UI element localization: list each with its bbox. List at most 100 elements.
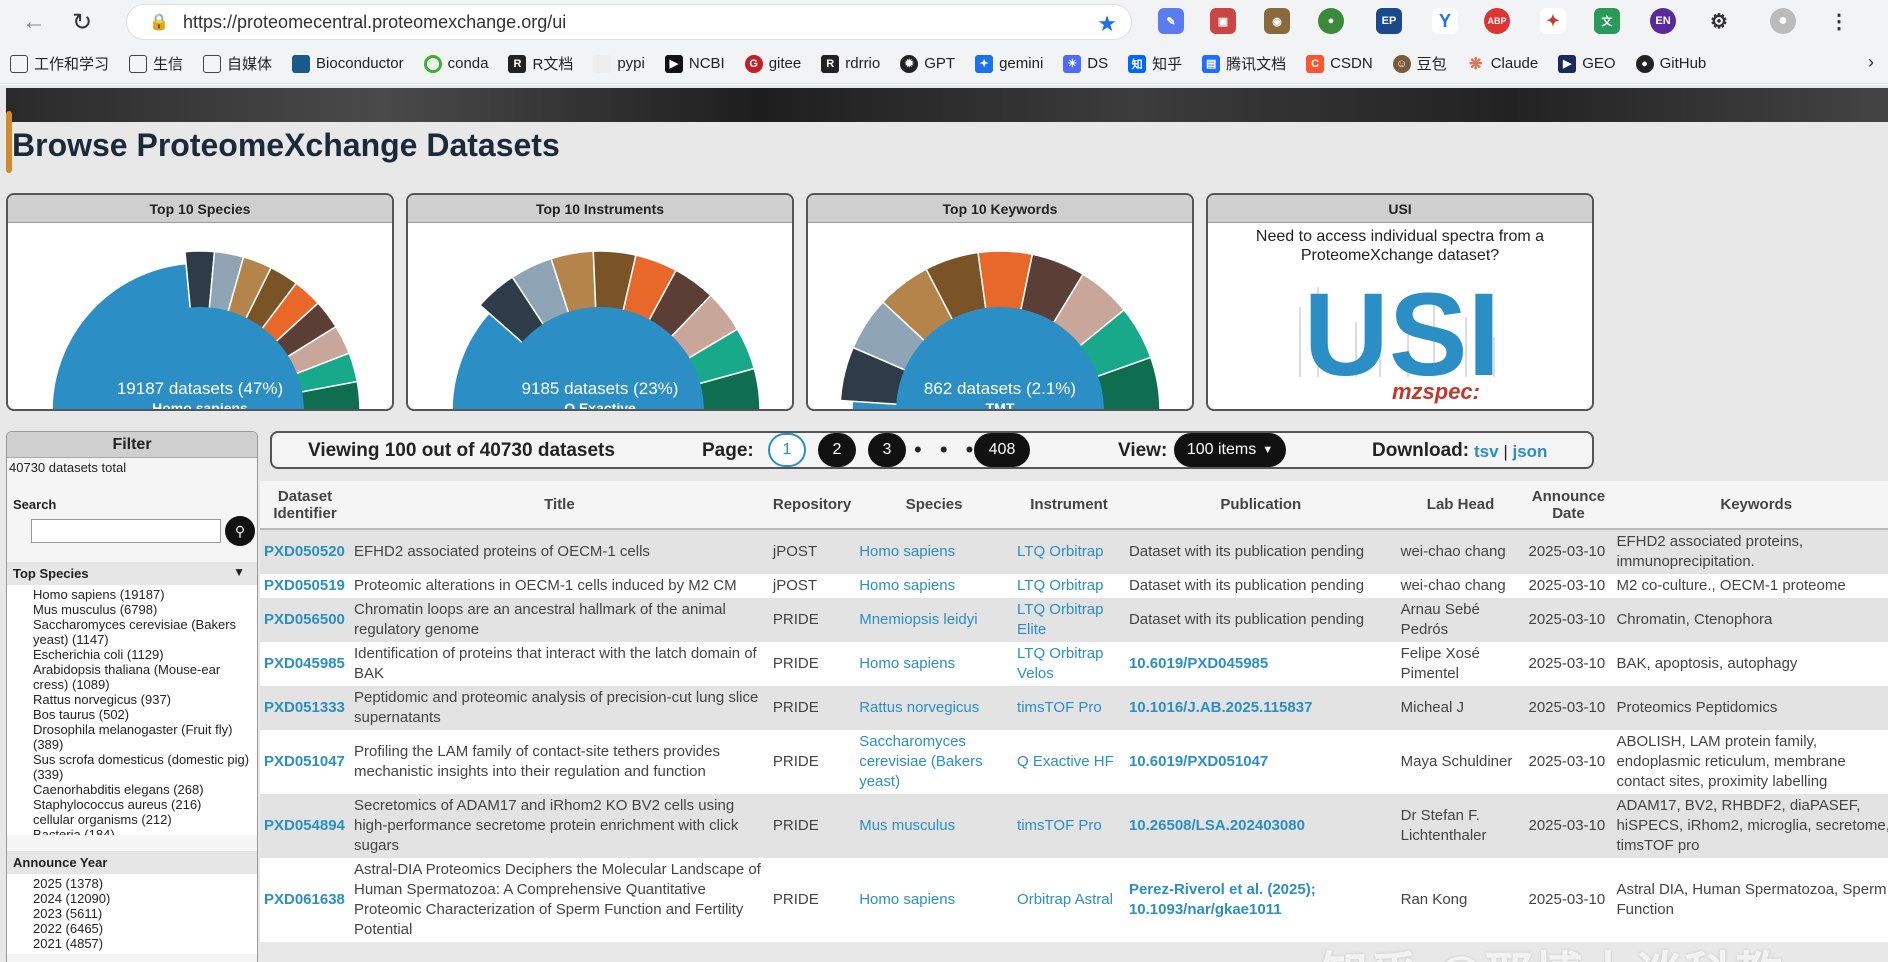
publication-link[interactable]: 10.6019/PXD045985 xyxy=(1124,642,1397,686)
year-filter-item[interactable]: 2024 (12090) xyxy=(33,891,257,906)
extension-globe-icon[interactable]: ● xyxy=(1318,8,1344,34)
column-header[interactable]: Title xyxy=(349,481,769,530)
bookmark-item[interactable]: conda xyxy=(423,54,488,73)
species-filter-item[interactable]: Escherichia coli (1129) xyxy=(33,647,257,662)
publication-link[interactable]: 10.6019/PXD051047 xyxy=(1124,730,1397,794)
chevron-down-icon[interactable]: ▼ xyxy=(233,565,245,579)
dataset-id-link[interactable]: PXD050519 xyxy=(260,574,350,598)
species-filter-item[interactable]: Bos taurus (502) xyxy=(33,707,257,722)
page-button-last[interactable]: 408 xyxy=(974,433,1030,467)
species-link[interactable]: Saccharomyces cerevisiae (Bakers yeast) xyxy=(855,730,1014,794)
species-filter-item[interactable]: Rattus norvegicus (937) xyxy=(33,692,257,707)
reload-icon[interactable]: ↻ xyxy=(62,2,102,42)
dataset-id-link[interactable]: PXD054894 xyxy=(260,794,350,858)
instrument-link[interactable]: LTQ Orbitrap xyxy=(1013,574,1125,598)
publication-link[interactable]: 10.26508/LSA.202403080 xyxy=(1124,794,1397,858)
bookmark-item[interactable]: 工作和学习 xyxy=(10,53,109,74)
species-filter-item[interactable]: Bacteria (184) xyxy=(33,827,257,835)
extension-y-icon[interactable]: Y xyxy=(1432,8,1458,34)
bookmark-item[interactable]: Bioconductor xyxy=(292,54,404,73)
extensions-puzzle-icon[interactable]: ⚙ xyxy=(1706,8,1732,34)
address-bar[interactable]: 🔒 https://proteomecentral.proteomexchang… xyxy=(126,4,1132,40)
page-button[interactable]: 2 xyxy=(818,433,856,467)
species-filter-item[interactable]: Sus scrofa domesticus (domestic pig) (33… xyxy=(33,752,257,782)
extension-translate-icon[interactable]: 文 xyxy=(1594,8,1620,34)
column-header[interactable]: Dataset Identifier xyxy=(260,481,350,530)
bookmark-item[interactable]: ✹ GPT xyxy=(900,54,955,73)
species-link[interactable]: Rattus norvegicus xyxy=(855,686,1014,730)
bookmark-item[interactable]: Ggitee xyxy=(744,54,801,73)
search-icon[interactable]: ⚲ xyxy=(225,516,255,546)
species-filter-item[interactable]: Drosophila melanogaster (Fruit fly) (389… xyxy=(33,722,257,752)
instrument-link[interactable]: LTQ Orbitrap xyxy=(1013,529,1125,574)
chevron-right-icon[interactable]: › xyxy=(1868,52,1874,73)
publication-link[interactable]: 10.1016/J.AB.2025.115837 xyxy=(1124,686,1397,730)
bookmark-item[interactable]: ☺ 豆包 xyxy=(1392,53,1447,74)
announce-year-header[interactable]: Announce Year xyxy=(7,851,257,874)
bookmark-item[interactable]: ▶ NCBI xyxy=(664,54,725,73)
bookmark-item[interactable]: ☀ DS xyxy=(1063,54,1108,73)
year-filter-item[interactable]: 2025 (1378) xyxy=(33,876,257,891)
column-header[interactable]: Publication xyxy=(1124,481,1397,530)
dataset-id-link[interactable]: PXD056500 xyxy=(260,598,350,642)
bookmark-item[interactable]: ▤ 腾讯文档 xyxy=(1202,53,1286,74)
dataset-id-link[interactable]: PXD045985 xyxy=(260,642,350,686)
year-filter-item[interactable]: 2022 (6465) xyxy=(33,921,257,936)
extension-edit-icon[interactable]: ✎ xyxy=(1158,8,1184,34)
bookmark-item[interactable]: ❋ Claude xyxy=(1467,55,1538,73)
items-per-page-select[interactable]: 100 items ▼ xyxy=(1174,433,1286,467)
column-header[interactable]: Instrument xyxy=(1013,481,1125,530)
instrument-link[interactable]: LTQ Orbitrap Velos xyxy=(1013,642,1125,686)
back-icon[interactable]: ← xyxy=(14,2,54,42)
bookmark-item[interactable]: C CSDN xyxy=(1306,54,1373,73)
species-link[interactable]: Mnemiopsis leidyi xyxy=(855,598,1014,642)
bookmark-item[interactable]: Rrdrrio xyxy=(821,54,880,73)
download-tsv-link[interactable]: tsv xyxy=(1474,442,1499,461)
column-header[interactable]: Species xyxy=(855,481,1014,530)
species-filter-item[interactable]: Staphylococcus aureus (216) xyxy=(33,797,257,812)
dataset-id-link[interactable]: PXD050520 xyxy=(260,529,350,574)
species-filter-item[interactable]: Caenorhabditis elegans (268) xyxy=(33,782,257,797)
bookmark-item[interactable]: 自媒体 xyxy=(203,53,272,74)
extension-owl-icon[interactable]: ◉ xyxy=(1264,8,1290,34)
usi-panel[interactable]: USI Need to access individual spectra fr… xyxy=(1206,193,1594,411)
bookmark-star-icon[interactable]: ★ xyxy=(1097,11,1117,37)
bookmark-item[interactable]: ✦ gemini xyxy=(975,54,1043,73)
profile-avatar-icon[interactable]: ● xyxy=(1770,8,1796,34)
species-filter-item[interactable]: Arabidopsis thaliana (Mouse-ear cress) (… xyxy=(33,662,257,692)
menu-dots-icon[interactable]: ⋮ xyxy=(1826,8,1852,34)
extension-ep-icon[interactable]: EP xyxy=(1376,8,1402,34)
species-filter-item[interactable]: cellular organisms (212) xyxy=(33,812,257,827)
bookmark-item[interactable]: ▶ GEO xyxy=(1558,54,1616,73)
instrument-link[interactable]: timsTOF Pro xyxy=(1013,794,1125,858)
page-button[interactable]: 3 xyxy=(868,433,906,467)
bookmark-item[interactable]: 生信 xyxy=(129,53,183,74)
year-filter-item[interactable]: 2021 (4857) xyxy=(33,936,257,951)
top-species-header[interactable]: Top Species ▼ xyxy=(7,562,257,585)
instrument-link[interactable]: Orbitrap Astral xyxy=(1013,858,1125,942)
dataset-id-link[interactable]: PXD051333 xyxy=(260,686,350,730)
bookmark-item[interactable]: pypi xyxy=(593,54,645,73)
instrument-link[interactable]: timsTOF Pro xyxy=(1013,686,1125,730)
extension-screenshot-icon[interactable]: ▣ xyxy=(1210,8,1236,34)
species-link[interactable]: Mus musculus xyxy=(855,794,1014,858)
species-filter-item[interactable]: Saccharomyces cerevisiae (Bakers yeast) … xyxy=(33,617,257,647)
bookmark-item[interactable]: 知知乎 xyxy=(1128,53,1182,74)
species-link[interactable]: Homo sapiens xyxy=(855,529,1014,574)
species-filter-item[interactable]: Mus musculus (6798) xyxy=(33,602,257,617)
site-info-icon[interactable]: 🔒 xyxy=(149,12,169,32)
dataset-id-link[interactable]: PXD051047 xyxy=(260,730,350,794)
species-link[interactable]: Homo sapiens xyxy=(855,574,1014,598)
dataset-id-link[interactable]: PXD061638 xyxy=(260,858,350,942)
page-button-current[interactable]: 1 xyxy=(768,433,806,467)
search-input[interactable] xyxy=(31,519,221,543)
instrument-link[interactable]: LTQ Orbitrap Elite xyxy=(1013,598,1125,642)
species-link[interactable]: Homo sapiens xyxy=(855,858,1014,942)
column-header[interactable]: Lab Head xyxy=(1396,481,1525,530)
extension-abp-icon[interactable]: ABP xyxy=(1484,8,1510,34)
column-header[interactable]: Announce Date xyxy=(1524,481,1613,530)
extension-en-icon[interactable]: EN xyxy=(1650,8,1676,34)
publication-link[interactable]: Perez-Riverol et al. (2025); 10.1093/nar… xyxy=(1124,858,1397,942)
species-filter-item[interactable]: Homo sapiens (19187) xyxy=(33,587,257,602)
bookmark-item[interactable]: R R文档 xyxy=(508,53,573,74)
